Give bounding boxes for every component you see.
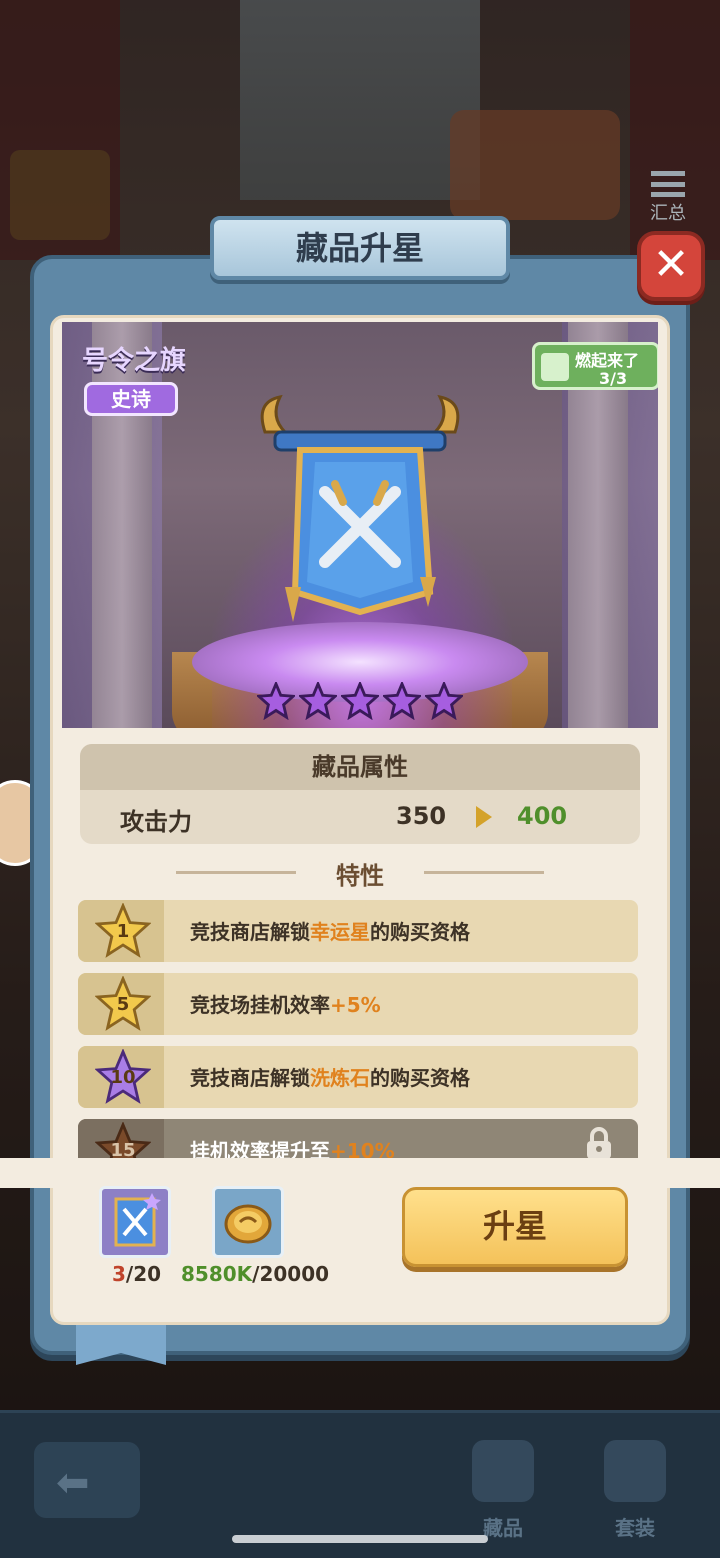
star-icon [341, 682, 379, 720]
star-icon [257, 682, 295, 720]
rarity-tag: 史诗 [84, 382, 178, 416]
coin-count: 8580K/20000 [181, 1262, 329, 1286]
trait-text-after: 的购买资格 [370, 1066, 470, 1090]
trait-row: 10 竞技商店解锁洗炼石的购买资格 [78, 1046, 638, 1108]
trait-text: 竞技商店解锁 [190, 1066, 310, 1090]
collection-icon [472, 1440, 534, 1502]
star-icon [299, 682, 337, 720]
star-icon [425, 682, 463, 720]
trait-description: 竞技场挂机效率+5% [190, 989, 381, 1018]
arrow-right-icon [476, 806, 492, 828]
tab-set-label: 套装 [615, 1516, 655, 1540]
trait-description: 竞技商店解锁幸运星的购买资格 [190, 916, 470, 945]
trait-highlight: 幸运星 [310, 920, 370, 944]
tab-collection[interactable]: 藏品 [458, 1440, 548, 1540]
lock-icon [587, 1127, 611, 1159]
list-icon [651, 171, 685, 197]
fragment-have: 3 [112, 1262, 126, 1286]
set-book-icon [604, 1440, 666, 1502]
trait-description: 竞技商店解锁洗炼石的购买资格 [190, 1062, 470, 1091]
summary-button[interactable]: 汇总 [640, 165, 696, 225]
back-arrow-icon: ⬅ [56, 1460, 90, 1506]
traits-title: 特性 [336, 862, 384, 890]
back-button[interactable]: ⬅ [34, 1442, 140, 1518]
tab-set[interactable]: 套装 [590, 1440, 680, 1540]
attribute-label: 攻击力 [120, 808, 192, 836]
item-name: 号令之旗 [82, 346, 187, 376]
gold-coin-image [224, 1204, 272, 1244]
coin-have: 8580K [181, 1262, 253, 1286]
attribute-current-value: 350 [396, 802, 447, 830]
trait-level: 5 [116, 994, 130, 1015]
trait-row: 5 竞技场挂机效率+5% [78, 973, 638, 1035]
attribute-title: 藏品属性 [80, 744, 640, 790]
set-badge[interactable]: 燃起来了 3/3 [532, 342, 658, 390]
star-icon [383, 682, 421, 720]
trait-level-badge: 10 [94, 1048, 152, 1105]
trait-level: 10 [110, 1067, 136, 1088]
fragment-need: /20 [125, 1262, 162, 1286]
attribute-next-value: 400 [517, 802, 568, 830]
trait-highlight: +5% [330, 993, 381, 1017]
trait-level-badge: 5 [94, 975, 152, 1032]
set-badge-label: 燃起来了 [575, 351, 640, 370]
fragment-count: 3/20 [112, 1262, 161, 1286]
attribute-row: 攻击力 350 400 [80, 790, 640, 844]
traits-heading: 特性 [176, 856, 544, 890]
trait-highlight: 洗炼石 [310, 1066, 370, 1090]
trait-row: 1 竞技商店解锁幸运星的购买资格 [78, 900, 638, 962]
banner-fragment-image [114, 1193, 161, 1247]
divider-left [176, 871, 296, 874]
gold-coin-icon[interactable] [212, 1186, 284, 1258]
trait-list-fade [0, 1158, 720, 1188]
book-icon [541, 353, 569, 381]
star-rating [62, 682, 658, 720]
trait-level: 1 [116, 921, 130, 942]
trait-text: 竞技场挂机效率 [190, 993, 330, 1017]
item-showcase: 号令之旗 史诗 燃起来了 3/3 [62, 322, 658, 728]
modal-title: 藏品升星 [210, 216, 510, 280]
war-banner-icon [260, 394, 460, 622]
home-indicator[interactable] [232, 1535, 488, 1543]
close-button[interactable]: ✕ [637, 231, 705, 301]
set-badge-progress: 3/3 [599, 369, 628, 388]
close-icon: ✕ [652, 239, 690, 290]
divider-right [424, 871, 544, 874]
upgrade-star-button[interactable]: 升星 [402, 1187, 628, 1267]
trait-text: 竞技商店解锁 [190, 920, 310, 944]
summary-label: 汇总 [650, 203, 686, 224]
trait-text-after: 的购买资格 [370, 920, 470, 944]
attribute-panel: 藏品属性 攻击力 350 400 [80, 744, 640, 844]
banner-fragment-icon[interactable] [99, 1186, 171, 1258]
coin-need: /20000 [252, 1262, 330, 1286]
trait-level-badge: 1 [94, 902, 152, 959]
